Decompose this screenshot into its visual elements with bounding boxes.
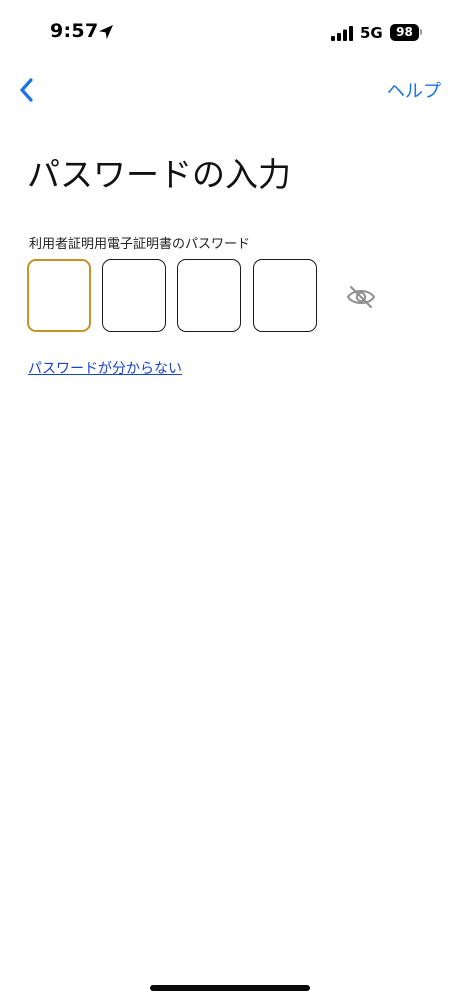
page-title: パスワードの入力 xyxy=(27,155,291,194)
cellular-signal-icon xyxy=(331,26,353,41)
pin-digit-1[interactable] xyxy=(27,259,91,332)
eye-slash-icon xyxy=(346,286,376,308)
network-type: 5G xyxy=(360,24,383,42)
battery-indicator: 98 xyxy=(390,24,419,41)
back-button[interactable] xyxy=(14,74,42,106)
help-button[interactable]: ヘルプ xyxy=(387,77,441,103)
battery-cap xyxy=(420,29,422,35)
home-indicator xyxy=(150,985,310,991)
forgot-password-link[interactable]: パスワードが分からない xyxy=(28,358,182,378)
pin-digit-3[interactable] xyxy=(177,259,241,332)
pin-digit-4[interactable] xyxy=(253,259,317,332)
location-arrow-icon xyxy=(99,25,113,39)
field-label: 利用者証明用電子証明書のパスワード xyxy=(29,237,251,252)
visibility-toggle-button[interactable] xyxy=(345,284,377,310)
pin-input-group xyxy=(27,259,327,336)
status-time: 9:57 xyxy=(50,20,99,42)
chevron-left-icon xyxy=(20,78,33,102)
pin-digit-2[interactable] xyxy=(102,259,166,332)
password-entry-screen: 9:57 5G 98 ヘルプ パスワードの入力 利用者証明用電子証明書のパスワー… xyxy=(0,0,461,1000)
